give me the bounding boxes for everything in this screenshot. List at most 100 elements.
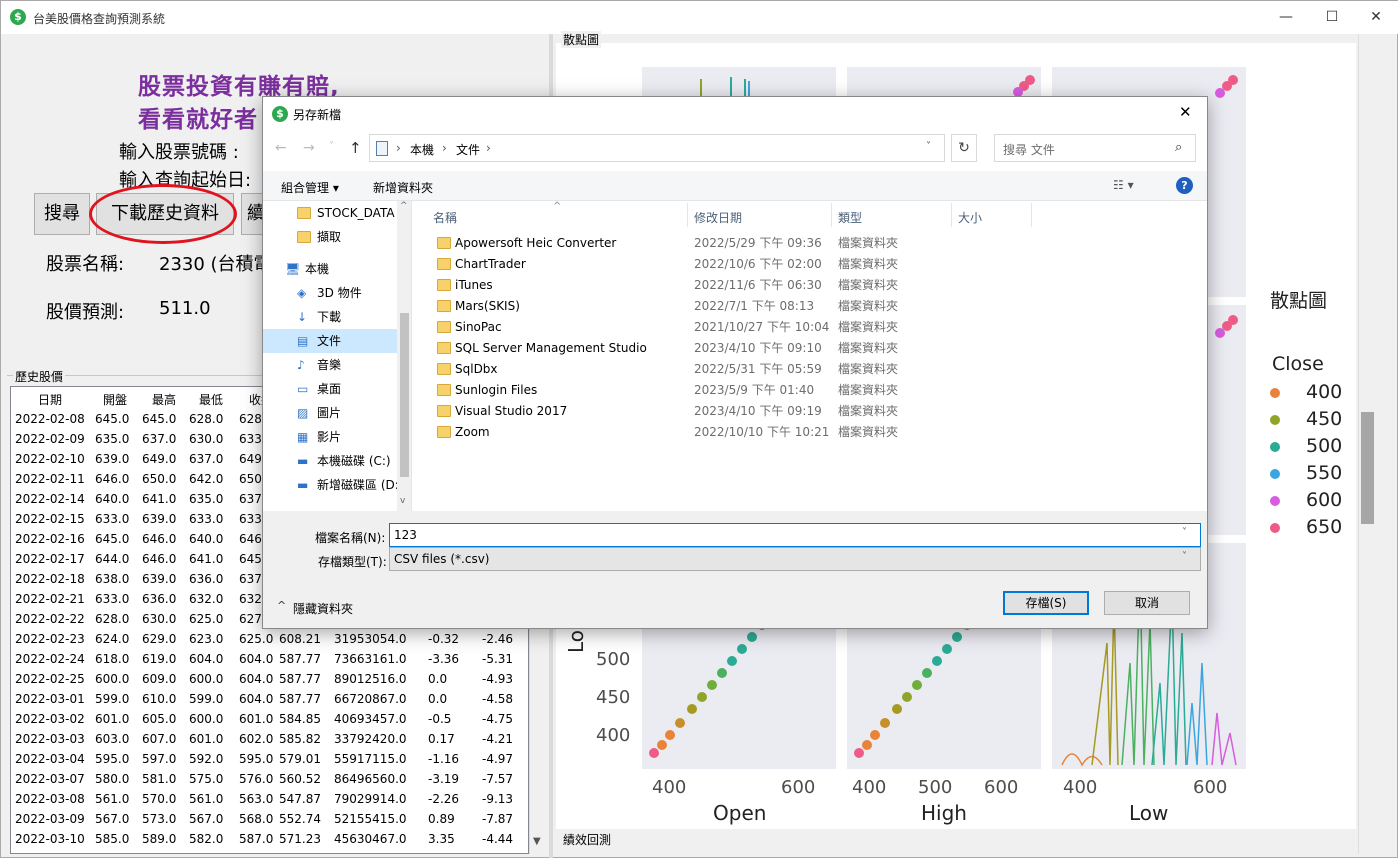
table-row[interactable]: 2022-03-10 585.0 589.0 582.0 587.0 571.23 4563… [11, 829, 528, 849]
table-cell: 73663161.0 [334, 652, 407, 666]
right-scrollbar[interactable] [1358, 34, 1375, 854]
table-cell: 600.0 [189, 672, 224, 686]
table-row[interactable]: 2022-03-03 603.0 607.0 601.0 602.0 585.82 3379… [11, 729, 528, 749]
maximize-button[interactable]: ☐ [1309, 1, 1355, 34]
scroll-down-arrow-icon[interactable]: ▼ [533, 836, 541, 847]
file-row[interactable]: Apowersoft Heic Converter 2022/5/29 下午 09… [431, 233, 1031, 254]
nav-item[interactable]: ▬ 新增磁碟區 (D: [263, 473, 399, 497]
table-cell: 601.0 [239, 712, 274, 726]
dialog-close-icon[interactable]: ✕ [1179, 103, 1192, 121]
file-row[interactable]: Sunlogin Files 2023/5/9 下午 01:40 檔案資料夾 [431, 380, 1031, 401]
file-row[interactable]: SQL Server Management Studio 2023/4/10 下午… [431, 338, 1031, 359]
folder-icon [437, 342, 451, 354]
col-header-size[interactable]: 大小 [958, 209, 982, 226]
table-cell: 635.0 [95, 432, 130, 446]
nav-item[interactable]: STOCK_DATA [263, 201, 397, 225]
table-row[interactable]: 2022-02-25 600.0 609.0 600.0 604.0 587.77 8901… [11, 669, 528, 689]
table-row[interactable]: 2022-03-04 595.0 597.0 592.0 595.0 579.01 5591… [11, 749, 528, 769]
table-row[interactable]: 2022-03-08 561.0 570.0 561.0 563.0 547.87 7902… [11, 789, 528, 809]
nav-item[interactable]: 擷取 [263, 225, 397, 249]
table-row[interactable]: 2022-03-09 567.0 573.0 567.0 568.0 552.74 5215… [11, 809, 528, 829]
file-row[interactable]: ChartTrader 2022/10/6 下午 02:00 檔案資料夾 [431, 254, 1031, 275]
table-cell: 573.0 [142, 812, 177, 826]
search-input[interactable]: 搜尋 文件 ⌕ [994, 134, 1196, 162]
help-icon[interactable]: ? [1176, 177, 1193, 194]
filetype-select[interactable]: CSV files (*.csv) ˅ [389, 547, 1201, 571]
nav-scroll-thumb[interactable] [400, 313, 409, 477]
nav-item[interactable]: ▬ 本機磁碟 (C:) [263, 449, 397, 473]
table-row[interactable]: 2022-02-24 618.0 619.0 604.0 604.0 587.77 7366… [11, 649, 528, 669]
table-cell: 2022-02-21 [15, 592, 85, 606]
organize-menu[interactable]: 組合管理 ▾ [281, 179, 339, 196]
search-button[interactable]: 搜尋 [34, 193, 90, 235]
nav-scrollbar[interactable]: ^ v [397, 201, 411, 511]
table-cell: 635.0 [189, 492, 224, 506]
col-header-date[interactable]: 修改日期 [694, 209, 742, 226]
save-button[interactable]: 存檔(S) [1003, 591, 1089, 615]
nav-item[interactable]: ↓ 下載 [263, 305, 397, 329]
address-bar[interactable]: › 本機 › 文件 › ˅ [369, 134, 945, 162]
table-row[interactable]: 2022-03-02 601.0 605.0 600.0 601.0 584.85 4069… [11, 709, 528, 729]
table-cell: -0.32 [428, 632, 460, 646]
drive-icon: ▬ [297, 478, 309, 492]
nav-item[interactable]: ▦ 影片 [263, 425, 397, 449]
scroll-thumb[interactable] [1361, 412, 1374, 524]
file-row[interactable]: Visual Studio 2017 2023/4/10 下午 09:19 檔案資料… [431, 401, 1031, 422]
table-cell: 2022-02-18 [15, 572, 85, 586]
nav-item[interactable]: 🖥 本機 [263, 257, 397, 281]
collapse-chevron-icon[interactable]: ^ [277, 599, 286, 612]
breadcrumb-documents[interactable]: 文件 [456, 141, 480, 158]
file-type: 檔案資料夾 [838, 236, 899, 250]
view-options-icon[interactable]: ☷ ▾ [1113, 178, 1134, 192]
refresh-icon[interactable]: ↻ [951, 134, 977, 162]
folder-icon [437, 258, 451, 270]
breadcrumb-this-pc[interactable]: 本機 [410, 141, 434, 158]
address-dropdown-icon[interactable]: ˅ [926, 141, 931, 152]
table-cell: 607.0 [142, 732, 177, 746]
nav-item[interactable]: ▨ 圖片 [263, 401, 397, 425]
close-button[interactable]: ✕ [1353, 1, 1398, 34]
x-title-low: Low [1129, 801, 1169, 825]
file-row[interactable]: Zoom 2022/10/10 下午 10:21 檔案資料夾 [431, 422, 1031, 443]
table-cell: 585.82 [279, 732, 321, 746]
filename-input[interactable]: 123 ˅ [389, 523, 1201, 547]
recent-chevron-icon[interactable]: ˅ [329, 141, 334, 152]
table-row[interactable]: 2022-02-23 624.0 629.0 623.0 625.0 608.21 3195… [11, 629, 528, 649]
table-cell: 632.0 [189, 592, 224, 606]
table-cell: 40693457.0 [334, 712, 407, 726]
forecast-label: 股價預測: [46, 302, 125, 323]
nav-item[interactable]: ◈ 3D 物件 [263, 281, 397, 305]
file-list: ^ 名稱 修改日期 類型 大小 Apowersoft Heic Converte… [413, 201, 1207, 511]
col-header-name[interactable]: 名稱 [433, 209, 457, 226]
file-type: 檔案資料夾 [838, 278, 899, 292]
table-row[interactable]: 2022-03-07 580.0 581.0 575.0 576.0 560.52 8649… [11, 769, 528, 789]
back-arrow-icon[interactable]: ← [275, 140, 287, 156]
file-row[interactable]: SqlDbx 2022/5/31 下午 05:59 檔案資料夾 [431, 359, 1031, 380]
table-row[interactable]: 2022-03-01 599.0 610.0 599.0 604.0 587.77 6672… [11, 689, 528, 709]
table-cell: 567.0 [95, 812, 130, 826]
col-open: 開盤 [103, 393, 128, 407]
nav-item[interactable]: ▤ 文件 [263, 329, 397, 353]
file-date: 2023/4/10 下午 09:10 [694, 341, 822, 355]
col-header-type[interactable]: 類型 [838, 209, 862, 226]
nav-scroll-down-icon[interactable]: v [400, 496, 405, 506]
new-folder-button[interactable]: 新增資料夾 [373, 179, 433, 196]
file-row[interactable]: iTunes 2022/11/6 下午 06:30 檔案資料夾 [431, 275, 1031, 296]
hide-folders-toggle[interactable]: 隱藏資料夾 [293, 600, 353, 617]
nav-item[interactable]: ♪ 音樂 [263, 353, 397, 377]
cancel-button[interactable]: 取消 [1104, 591, 1190, 615]
table-cell: 603.0 [95, 732, 130, 746]
filename-dropdown-icon[interactable]: ˅ [1182, 527, 1187, 538]
forward-arrow-icon[interactable]: → [303, 140, 315, 156]
file-name: iTunes [455, 278, 493, 292]
table-cell: 89012516.0 [334, 672, 407, 686]
file-row[interactable]: Mars(SKIS) 2022/7/1 下午 08:13 檔案資料夾 [431, 296, 1031, 317]
nav-scroll-up-icon[interactable]: ^ [400, 201, 408, 211]
nav-item[interactable]: ▭ 桌面 [263, 377, 397, 401]
table-cell: 589.0 [142, 832, 177, 846]
table-cell: 2022-02-08 [15, 412, 85, 426]
minimize-button[interactable]: — [1263, 1, 1309, 34]
nav-item-label: 文件 [317, 334, 342, 348]
file-row[interactable]: SinoPac 2021/10/27 下午 10:04 檔案資料夾 [431, 317, 1031, 338]
up-arrow-icon[interactable]: ↑ [349, 139, 362, 157]
